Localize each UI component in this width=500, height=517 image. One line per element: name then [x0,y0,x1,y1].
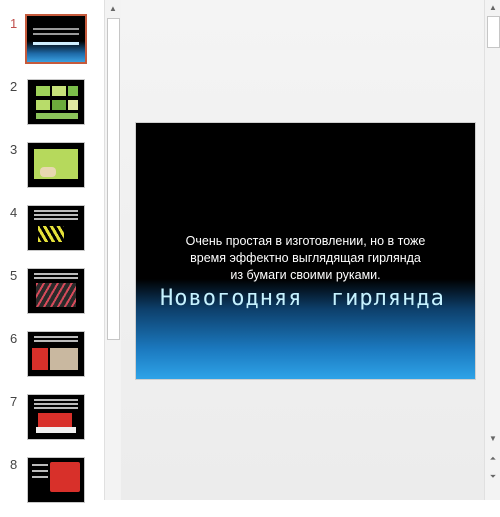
thumbnail-scroll-thumb[interactable] [107,18,120,340]
slide-canvas[interactable]: Очень простая в изготовлении, но в тоже … [135,122,476,380]
slide-number: 6 [10,331,18,346]
editor-scroll-thumb[interactable] [487,16,500,48]
next-slide-icon[interactable]: ⏷ [485,470,500,484]
previous-slide-icon[interactable]: ⏶ [485,452,500,466]
slide-number: 1 [10,16,18,31]
slide-thumbnail-7[interactable]: 7 [0,394,104,454]
thumbnail-image [27,205,85,251]
slide-thumbnail-8[interactable]: 8 [0,457,104,517]
slide-number: 2 [10,79,18,94]
thumbnail-image [27,268,85,314]
subtitle-line: время эффектно выглядящая гирлянда [190,251,421,265]
thumbnail-image [27,79,85,125]
thumbnail-image [27,457,85,503]
slide-number: 8 [10,457,18,472]
slide-thumbnail-pane: 1 2 3 4 5 6 7 8 [0,0,104,503]
thumbnail-image [27,142,85,188]
slide-number: 3 [10,142,18,157]
thumbnail-image [27,331,85,377]
thumbnail-scrollbar[interactable]: ▲ [104,0,122,500]
thumbnail-image [25,14,87,64]
subtitle-line: Очень простая в изготовлении, но в тоже [185,234,426,248]
editor-scrollbar[interactable]: ▲ ▼ ⏶ ⏷ [484,0,500,500]
slide-thumbnail-1[interactable]: 1 [0,14,104,76]
slide-thumbnail-2[interactable]: 2 [0,79,104,139]
slide-thumbnail-5[interactable]: 5 [0,268,104,328]
slide-thumbnail-4[interactable]: 4 [0,205,104,265]
slide-subtitle[interactable]: Очень простая в изготовлении, но в тоже … [156,233,455,284]
slide-title[interactable]: Новогодняя гирлянда [160,286,445,311]
scroll-up-arrow-icon[interactable]: ▲ [105,2,121,16]
slide-thumbnail-6[interactable]: 6 [0,331,104,391]
slide-number: 4 [10,205,18,220]
slide-thumbnail-3[interactable]: 3 [0,142,104,202]
scroll-down-arrow-icon[interactable]: ▼ [485,432,500,446]
thumbnail-image [27,394,85,440]
slide-number: 5 [10,268,18,283]
scroll-up-arrow-icon[interactable]: ▲ [485,1,500,15]
slide-editor-area: Очень простая в изготовлении, но в тоже … [121,0,484,500]
slide-number: 7 [10,394,18,409]
subtitle-line: из бумаги своими руками. [230,268,381,282]
